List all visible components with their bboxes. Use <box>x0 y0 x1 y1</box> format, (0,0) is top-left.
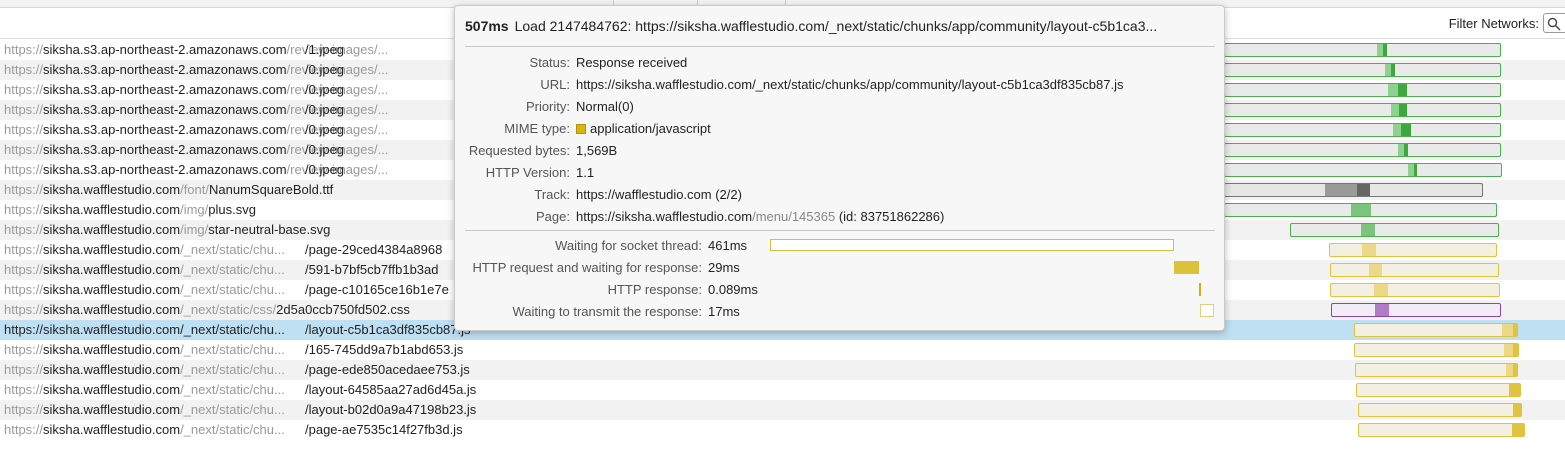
request-url: https://siksha.wafflestudio.com/_next/st… <box>4 402 285 417</box>
request-url: https://siksha.wafflestudio.com/_next/st… <box>4 362 285 377</box>
status-value: Status: Response received <box>530 53 688 73</box>
request-file: /0.jpeg <box>305 82 345 97</box>
timing-bar <box>1354 323 1518 337</box>
request-file: /0.jpeg <box>305 62 345 77</box>
timing-bar <box>1224 63 1501 77</box>
timing-bar <box>1224 203 1497 217</box>
request-url: https://siksha.wafflestudio.com/_next/st… <box>4 422 285 437</box>
timing-transmit: Waiting to transmit the response: 17ms <box>512 304 740 319</box>
request-file: /165-745dd9a7b1abd653.js <box>305 342 464 357</box>
request-file: /0.jpeg <box>305 102 345 117</box>
request-url: https://siksha.wafflestudio.com/_next/st… <box>4 282 285 297</box>
bytes-label: Requested bytes: <box>468 143 570 158</box>
filter-label: Filter Networks: <box>1448 15 1539 31</box>
url-value: URL: https://siksha.wafflestudio.com/_nex… <box>540 75 1123 95</box>
track-value: Track: https://wafflestudio.com (2/2) <box>534 185 742 205</box>
timing-bar <box>1356 383 1521 397</box>
mime-label: MIME type: <box>504 121 570 136</box>
request-row[interactable]: https://siksha.wafflestudio.com/_next/st… <box>0 340 1565 360</box>
timing-request: HTTP request and waiting for response: 29… <box>472 260 740 275</box>
request-url: https://siksha.wafflestudio.com/img/star… <box>4 222 331 237</box>
page-value: Page: https://siksha.wafflestudio.com/men… <box>536 207 944 227</box>
request-url: https://siksha.wafflestudio.com/_next/st… <box>4 342 285 357</box>
request-url: https://siksha.wafflestudio.com/img/plus… <box>4 202 256 217</box>
timing-bar <box>1355 363 1518 377</box>
tooltip-title: 507ms Load 2147484762: https://siksha.waf… <box>465 18 1158 34</box>
request-url: https://siksha.wafflestudio.com/font/Nan… <box>4 182 334 197</box>
tooltip-duration: 507ms <box>465 18 509 34</box>
request-file: /layout-b02d0a9a47198b23.js <box>305 402 477 417</box>
request-file: /page-29ced4384a8968 <box>305 242 443 257</box>
http-version-label: HTTP Version: <box>485 165 570 180</box>
timing-bar <box>1224 103 1501 117</box>
request-file: /page-ae7535c14f27fb3d.js <box>305 422 463 437</box>
timing-response: HTTP response: 0.089ms <box>607 282 758 297</box>
timing-bar-transmit <box>1200 304 1214 317</box>
request-row[interactable]: https://siksha.wafflestudio.com/_next/st… <box>0 420 1565 440</box>
request-tooltip: 507ms Load 2147484762: https://siksha.waf… <box>454 5 1225 331</box>
status-label: Status: <box>529 55 570 70</box>
priority-value: Priority: Normal(0) <box>526 97 634 117</box>
timing-bar-response <box>1199 283 1201 296</box>
timing-bar <box>1224 43 1501 57</box>
request-url: https://siksha.wafflestudio.com/_next/st… <box>4 322 285 337</box>
tooltip-divider <box>465 46 1215 47</box>
timing-bar <box>1224 123 1501 137</box>
timing-bar <box>1224 163 1502 177</box>
timing-bar <box>1330 283 1500 297</box>
request-row[interactable]: https://siksha.wafflestudio.com/_next/st… <box>0 400 1565 420</box>
priority-label: Priority: <box>525 99 570 114</box>
request-url: https://siksha.wafflestudio.com/_next/st… <box>4 262 285 277</box>
request-row[interactable]: https://siksha.wafflestudio.com/_next/st… <box>0 360 1565 380</box>
filter-search-input[interactable] <box>1543 13 1565 33</box>
timing-bar <box>1358 403 1522 417</box>
timing-bar <box>1331 303 1501 317</box>
request-file: /1.jpeg <box>305 42 345 57</box>
timing-bar-socket <box>770 239 1174 251</box>
track-label: Track: <box>534 187 570 202</box>
request-file: /layout-c5b1ca3df835cb87.js <box>305 322 471 337</box>
request-file: /0.jpeg <box>305 162 345 177</box>
http-version-value: HTTP Version: 1.1 <box>486 163 594 183</box>
bytes-value: Requested bytes: 1,569B <box>469 141 617 161</box>
timing-bar-request <box>1174 261 1199 274</box>
timing-bar <box>1330 263 1499 277</box>
request-file: /0.jpeg <box>305 142 345 157</box>
timing-socket: Waiting for socket thread: 461ms <box>555 238 748 253</box>
request-row[interactable]: https://siksha.wafflestudio.com/_next/st… <box>0 380 1565 400</box>
request-file: /0.jpeg <box>305 122 345 137</box>
request-file: /layout-64585aa27ad6d45a.js <box>305 382 477 397</box>
timing-bar <box>1354 343 1519 357</box>
tooltip-divider <box>465 230 1215 231</box>
timing-bar <box>1224 83 1501 97</box>
request-file: /591-b7bf5cb7ffb1b3ad <box>305 262 439 277</box>
request-file: /page-c10165ce16b1e7e <box>305 282 449 297</box>
request-url: https://siksha.wafflestudio.com/_next/st… <box>4 242 285 257</box>
search-icon <box>1547 17 1561 31</box>
mime-color-swatch-icon <box>576 124 586 134</box>
timing-bar <box>1224 183 1483 197</box>
url-label: URL: <box>540 77 570 92</box>
request-url: https://siksha.wafflestudio.com/_next/st… <box>4 382 285 397</box>
request-file: /page-ede850acedaee753.js <box>305 362 470 377</box>
timing-bar <box>1329 243 1497 257</box>
timing-bar <box>1290 223 1499 237</box>
mime-value: MIME type: application/javascript <box>504 119 710 139</box>
timing-bar <box>1224 143 1501 157</box>
page-label: Page: <box>536 209 570 224</box>
timing-bar <box>1358 423 1525 437</box>
request-url: https://siksha.wafflestudio.com/_next/st… <box>4 302 410 317</box>
filter-networks: Filter Networks: <box>1449 8 1565 38</box>
